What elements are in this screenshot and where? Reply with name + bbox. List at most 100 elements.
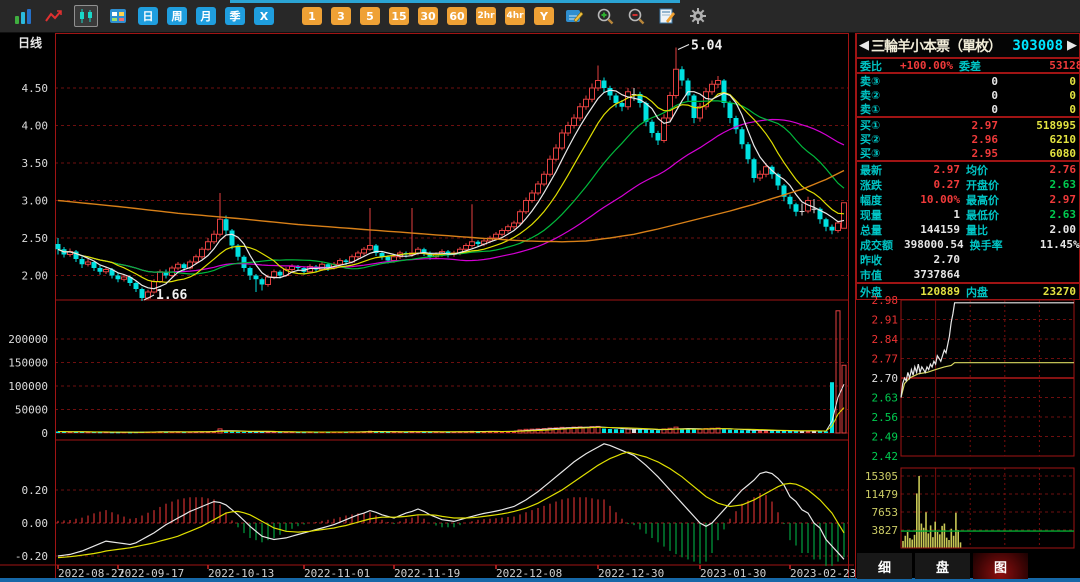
detail-row: 成交额398000.54换手率11.45% bbox=[857, 237, 1079, 252]
minutes-button-Y[interactable]: Y bbox=[534, 7, 554, 25]
detail-value: 144159 bbox=[904, 223, 960, 236]
buy-row[interactable]: 买①2.97518995 bbox=[857, 118, 1079, 132]
detail-label: 成交额 bbox=[860, 237, 904, 253]
detail-label: 幅度 bbox=[860, 192, 904, 208]
minutes-button-15[interactable]: 15 bbox=[389, 7, 409, 25]
buy-row[interactable]: 买③2.956080 bbox=[857, 146, 1079, 160]
sell-amount: 0 bbox=[998, 89, 1076, 102]
svg-text:15305: 15305 bbox=[865, 470, 898, 483]
detail-label: 昨收 bbox=[860, 252, 904, 268]
weibi-row: 委比+100.00%委差531285 bbox=[856, 58, 1080, 73]
detail-label: 涨跌 bbox=[860, 177, 904, 193]
memo-icon[interactable] bbox=[656, 6, 678, 26]
period-button-日[interactable]: 日 bbox=[138, 7, 158, 25]
detail-label: 最高价 bbox=[960, 192, 1018, 208]
buy-price: 2.96 bbox=[900, 133, 998, 146]
sell-row[interactable]: 卖②00 bbox=[857, 88, 1079, 102]
buy-amount: 518995 bbox=[998, 119, 1076, 132]
svg-text:2.56: 2.56 bbox=[872, 411, 899, 424]
detail-row: 昨收2.70 bbox=[857, 252, 1079, 267]
board-calendar-icon[interactable] bbox=[107, 6, 129, 26]
prev-stock-arrow-icon[interactable]: ◀ bbox=[857, 38, 871, 53]
sell-row[interactable]: 卖③00 bbox=[857, 74, 1079, 88]
zoom-in-icon[interactable] bbox=[594, 6, 616, 26]
zoom-out-icon[interactable] bbox=[625, 6, 647, 26]
svg-text:2.98: 2.98 bbox=[872, 294, 899, 307]
weibi-label: 委比 bbox=[860, 58, 900, 74]
svg-text:100000: 100000 bbox=[8, 380, 48, 393]
svg-text:150000: 150000 bbox=[8, 357, 48, 370]
detail-label: 换手率 bbox=[964, 237, 1022, 253]
detail-row: 最新2.97均价2.76 bbox=[857, 162, 1079, 177]
quote-header: ◀ 三輪羊小本票（單枚） 303008 ▶ bbox=[856, 33, 1080, 58]
macd-histogram bbox=[58, 493, 844, 566]
period-button-周[interactable]: 周 bbox=[167, 7, 187, 25]
svg-text:2.49: 2.49 bbox=[872, 431, 899, 444]
minutes-button-5[interactable]: 5 bbox=[360, 7, 380, 25]
period-button-季[interactable]: 季 bbox=[225, 7, 245, 25]
detail-value: 2.63 bbox=[1018, 178, 1076, 191]
panel-tab-盘[interactable]: 盘 bbox=[915, 553, 970, 579]
detail-value: 2.97 bbox=[904, 163, 960, 176]
sell-level-label: 卖① bbox=[860, 101, 900, 117]
price-annotation: 5.04 bbox=[678, 39, 722, 54]
period-label: 日线 bbox=[18, 35, 42, 50]
minutes-button-2hr[interactable]: 2hr bbox=[476, 7, 496, 25]
detail-row: 现量1最低价2.63 bbox=[857, 207, 1079, 222]
sell-price: 0 bbox=[900, 103, 998, 116]
panel-tab-细[interactable]: 细 bbox=[857, 553, 912, 579]
svg-text:2.91: 2.91 bbox=[872, 314, 899, 327]
window-top-edge bbox=[230, 0, 680, 3]
ma60-line bbox=[58, 171, 844, 242]
svg-text:3827: 3827 bbox=[872, 524, 899, 537]
trend-line-icon[interactable] bbox=[43, 6, 65, 26]
svg-text:0.20: 0.20 bbox=[22, 484, 49, 497]
minutes-button-1[interactable]: 1 bbox=[302, 7, 322, 25]
main-chart[interactable]: 2.002.503.003.504.004.500500001000001500… bbox=[0, 33, 855, 582]
svg-text:2.50: 2.50 bbox=[22, 232, 49, 245]
period-button-X[interactable]: X bbox=[254, 7, 274, 25]
detail-label: 市值 bbox=[860, 267, 904, 283]
detail-value: 10.00% bbox=[904, 193, 960, 206]
buy-amount: 6080 bbox=[998, 147, 1076, 160]
svg-text:4.50: 4.50 bbox=[22, 82, 49, 95]
main-chart-layers: 2.002.503.003.504.004.500500001000001500… bbox=[0, 33, 855, 580]
buy-row[interactable]: 买②2.966210 bbox=[857, 132, 1079, 146]
buy-price: 2.97 bbox=[900, 119, 998, 132]
quote-body: 委比+100.00%委差531285卖③00卖②00卖①00买①2.975189… bbox=[856, 58, 1080, 300]
svg-text:3.00: 3.00 bbox=[22, 195, 49, 208]
market-overview-icon[interactable] bbox=[12, 6, 34, 26]
buy-queue: 买①2.97518995买②2.966210买③2.956080 bbox=[856, 117, 1080, 161]
minutes-button-30[interactable]: 30 bbox=[418, 7, 438, 25]
minutes-button-60[interactable]: 60 bbox=[447, 7, 467, 25]
quote-panel: ◀ 三輪羊小本票（單枚） 303008 ▶ 委比+100.00%委差531285… bbox=[855, 33, 1080, 582]
detail-value: 3737864 bbox=[904, 268, 960, 281]
minutes-button-4hr[interactable]: 4hr bbox=[505, 7, 525, 25]
svg-text:5.04: 5.04 bbox=[691, 39, 722, 54]
next-stock-arrow-icon[interactable]: ▶ bbox=[1065, 38, 1079, 53]
panel-tab-图[interactable]: 图 bbox=[973, 553, 1028, 579]
detail-row: 幅度10.00%最高价2.97 bbox=[857, 192, 1079, 207]
detail-row: 涨跌0.27开盘价2.63 bbox=[857, 177, 1079, 192]
detail-label: 总量 bbox=[860, 222, 904, 238]
intraday-chart[interactable]: 2.982.912.842.772.702.632.562.492.421530… bbox=[856, 293, 1080, 553]
settings-gear-icon[interactable] bbox=[687, 6, 709, 26]
svg-text:2.70: 2.70 bbox=[872, 372, 899, 385]
svg-text:200000: 200000 bbox=[8, 333, 48, 346]
candlestick-chart-icon[interactable] bbox=[74, 5, 98, 27]
minutes-button-3[interactable]: 3 bbox=[331, 7, 351, 25]
volume-bars bbox=[56, 311, 846, 434]
panel-tabs: 细盘图 bbox=[857, 553, 1028, 579]
sell-price: 0 bbox=[900, 89, 998, 102]
sell-row[interactable]: 卖①00 bbox=[857, 102, 1079, 116]
period-button-月[interactable]: 月 bbox=[196, 7, 216, 25]
sell-amount: 0 bbox=[998, 103, 1076, 116]
weicha-value: 531285 bbox=[1011, 59, 1080, 72]
detail-label: 最新 bbox=[860, 162, 904, 178]
sell-price: 0 bbox=[900, 75, 998, 88]
detail-row: 总量144159量比2.00 bbox=[857, 222, 1079, 237]
detail-label: 量比 bbox=[960, 222, 1018, 238]
edit-chart-icon[interactable] bbox=[563, 6, 585, 26]
svg-text:0.00: 0.00 bbox=[22, 517, 49, 530]
svg-text:3.50: 3.50 bbox=[22, 157, 49, 170]
